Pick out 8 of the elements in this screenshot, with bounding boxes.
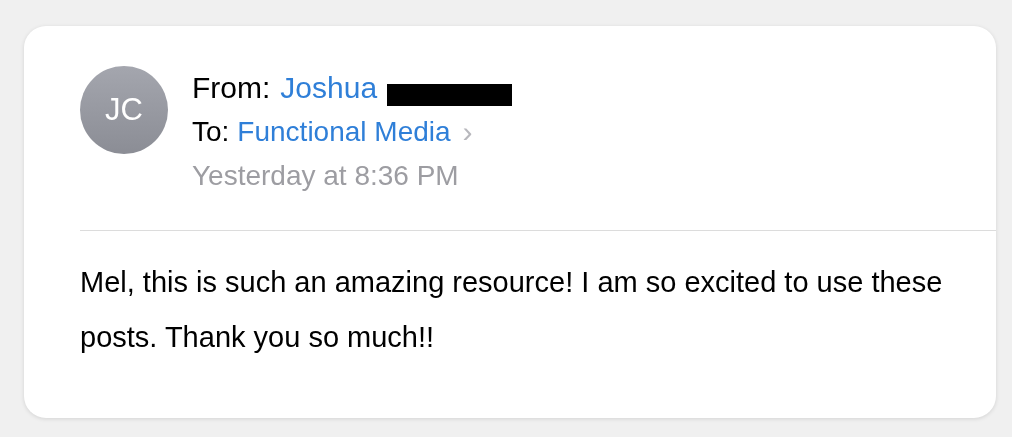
avatar: JC (80, 66, 168, 154)
sender-name[interactable]: Joshua (280, 66, 378, 110)
from-label: From: (192, 70, 271, 106)
chevron: › (462, 114, 473, 150)
recipient-name[interactable]: Functional Media (237, 110, 451, 154)
message-body: Mel, this is such an amazing resource! I am so excited to use these posts. Thank you so much!! (80, 265, 944, 355)
date: Yesterday at 8:36 PM (192, 159, 460, 193)
to-label: To: (192, 115, 230, 149)
